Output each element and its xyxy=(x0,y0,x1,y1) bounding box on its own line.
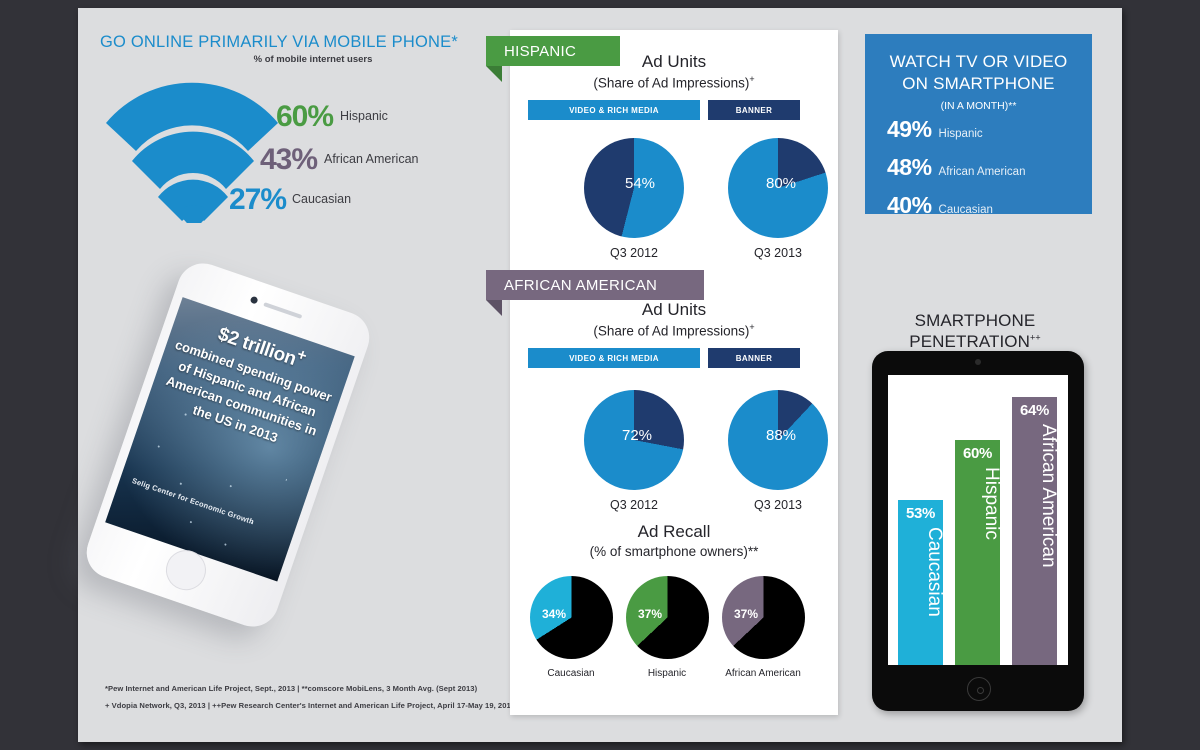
infographic-canvas: GO ONLINE PRIMARILY VIA MOBILE PHONE* % … xyxy=(0,0,1200,750)
ad-recall-caption-african-american: African American xyxy=(725,668,801,679)
hispanic-legend-video: VIDEO & RICH MEDIA xyxy=(528,100,700,120)
watch-tv-subtitle: (IN A MONTH)** xyxy=(940,100,1017,112)
watch-tv-label-hispanic: Hispanic xyxy=(938,128,983,140)
watch-tv-value-hispanic: 49% xyxy=(887,116,932,142)
aa-pie-caption-2012: Q3 2012 xyxy=(610,498,658,512)
aa-legend-banner: BANNER xyxy=(708,348,800,368)
aa-ad-units-subtitle: (Share of Ad Impressions)+ xyxy=(593,322,755,339)
penetration-value-hispanic: 60% xyxy=(962,445,993,462)
hispanic-legend-banner: BANNER xyxy=(708,100,800,120)
tab-hispanic[interactable]: HISPANIC xyxy=(486,36,620,66)
watch-tv-label-african-american: African American xyxy=(938,166,1026,178)
penetration-bar-caucasian: 53% Caucasian xyxy=(898,500,945,665)
smartphone-penetration-title: SMARTPHONE PENETRATION++ xyxy=(909,311,1041,351)
hispanic-pie-value-2012: 54% xyxy=(625,175,656,192)
wifi-label-caucasian: Caucasian xyxy=(292,192,352,206)
wifi-value-caucasian: 27% xyxy=(229,183,287,216)
go-online-title: GO ONLINE PRIMARILY VIA MOBILE PHONE* xyxy=(100,33,458,51)
wifi-value-hispanic: 60% xyxy=(276,100,334,133)
spending-power-text: $2 trillion+ combined spending power of … xyxy=(152,305,347,461)
aa-pie-caption-2013: Q3 2013 xyxy=(754,498,802,512)
penetration-bar-african-american: 64% African American xyxy=(1012,397,1059,665)
wifi-label-hispanic: Hispanic xyxy=(340,109,388,123)
tab-african-american-fold xyxy=(486,300,502,316)
phone-credit: Selig Center for Economic Growth xyxy=(130,476,256,527)
watch-tv-row-caucasian: 40% Caucasian xyxy=(887,192,993,219)
hispanic-pie-caption-2012: Q3 2012 xyxy=(610,246,658,260)
watch-tv-title-line1: WATCH TV OR VIDEO xyxy=(889,52,1068,71)
watch-tv-row-african-american: 48% African American xyxy=(887,154,1025,181)
infographic-board: GO ONLINE PRIMARILY VIA MOBILE PHONE* % … xyxy=(78,8,1122,742)
hispanic-ad-units-subtitle: (Share of Ad Impressions)+ xyxy=(593,74,755,91)
penetration-value-caucasian: 53% xyxy=(905,505,936,522)
footnote-line-1: *Pew Internet and American Life Project,… xyxy=(105,684,478,693)
aa-legend-video: VIDEO & RICH MEDIA xyxy=(528,348,700,368)
watch-tv-value-african-american: 48% xyxy=(887,154,932,180)
center-stats-card: Ad Units (Share of Ad Impressions)+ VIDE… xyxy=(510,30,838,715)
tablet-camera-icon xyxy=(975,359,981,365)
phone-speaker-icon xyxy=(263,302,303,319)
watch-tv-row-hispanic: 49% Hispanic xyxy=(887,116,983,143)
watch-tv-value-caucasian: 40% xyxy=(887,192,932,218)
wifi-value-african-american: 43% xyxy=(260,143,318,176)
ad-recall-value-caucasian: 34% xyxy=(542,607,567,621)
tab-african-american[interactable]: AFRICAN AMERICAN xyxy=(486,270,704,300)
tablet-device: 53% Caucasian 60% Hispanic 64% African A… xyxy=(872,351,1084,711)
hispanic-pie-caption-2013: Q3 2013 xyxy=(754,246,802,260)
wifi-label-african-american: African American xyxy=(324,152,419,166)
tab-hispanic-fold xyxy=(486,66,502,82)
watch-tv-label-caucasian: Caucasian xyxy=(938,204,993,216)
watch-tv-title-line2: ON SMARTPHONE xyxy=(902,74,1055,93)
footnote-line-2: + Vdopia Network, Q3, 2013 | ++Pew Resea… xyxy=(105,701,516,710)
phone-screen: $2 trillion+ combined spending power of … xyxy=(105,297,355,582)
hispanic-pie-value-2013: 80% xyxy=(766,175,797,192)
phone-camera-icon xyxy=(249,295,259,305)
penetration-label-african-american: African American xyxy=(1038,424,1059,568)
penetration-value-african-american: 64% xyxy=(1019,402,1050,419)
aa-pie-value-2012: 72% xyxy=(622,427,653,444)
ad-recall-subtitle: (% of smartphone owners)** xyxy=(589,544,759,559)
ad-recall-value-hispanic: 37% xyxy=(638,607,663,621)
ad-recall-value-african-american: 37% xyxy=(734,607,759,621)
aa-ad-units-title: Ad Units xyxy=(641,300,707,319)
ad-recall-title: Ad Recall xyxy=(637,522,711,541)
penetration-label-caucasian: Caucasian xyxy=(924,527,945,617)
penetration-bar-hispanic: 60% Hispanic xyxy=(955,440,1002,665)
tablet-home-button[interactable] xyxy=(967,677,991,701)
spending-power-phone: $2 trillion+ combined spending power of … xyxy=(79,256,468,634)
phone-body: $2 trillion+ combined spending power of … xyxy=(79,256,377,634)
aa-pie-value-2013: 88% xyxy=(766,427,797,444)
watch-tv-box: WATCH TV OR VIDEO ON SMARTPHONE (IN A MO… xyxy=(865,34,1092,218)
penetration-label-hispanic: Hispanic xyxy=(981,467,1002,540)
tablet-screen: 53% Caucasian 60% Hispanic 64% African A… xyxy=(888,375,1068,665)
